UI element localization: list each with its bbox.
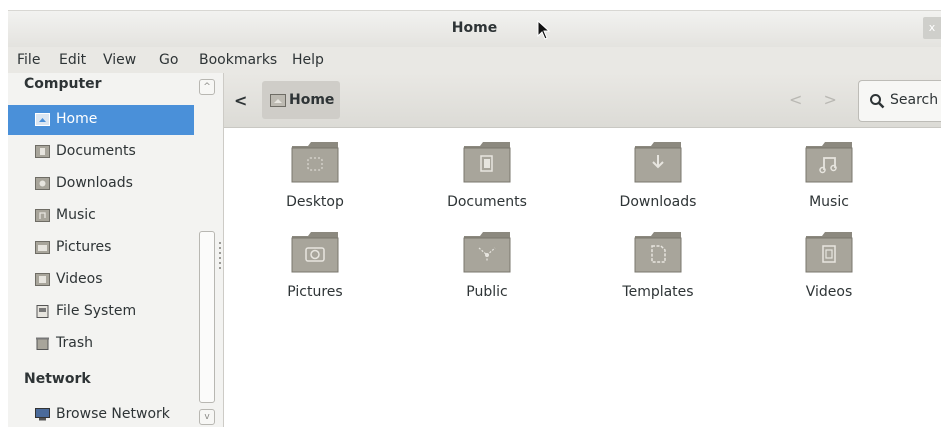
folder-label: Music xyxy=(809,194,849,210)
drive-icon xyxy=(36,305,49,318)
pictures-folder-icon xyxy=(291,232,339,273)
folder-item[interactable]: Public xyxy=(422,218,552,300)
sidebar-item-label: Browse Network xyxy=(56,406,170,422)
folder-label: Downloads xyxy=(619,194,697,210)
search-label: Search xyxy=(890,92,939,108)
folder-item[interactable]: Downloads xyxy=(593,128,723,210)
sidebar-item-trash[interactable]: Trash xyxy=(8,329,194,359)
folder-label: Templates xyxy=(622,284,694,300)
sidebar-scrollbar[interactable]: ^ v xyxy=(199,79,215,425)
folder-item[interactable]: Templates xyxy=(593,218,723,300)
folder-item[interactable]: Videos xyxy=(764,218,894,300)
folder-item[interactable]: Music xyxy=(764,128,894,210)
sidebar-resize-grip[interactable] xyxy=(219,242,221,272)
folder-label: Pictures xyxy=(287,284,343,300)
public-folder-icon xyxy=(463,232,511,273)
sidebar-item-home[interactable]: Home xyxy=(8,105,194,135)
menu-file[interactable]: File xyxy=(17,52,40,68)
scroll-thumb[interactable] xyxy=(199,231,215,403)
folder-label: Public xyxy=(466,284,508,300)
sidebar-item-label: Trash xyxy=(56,335,93,351)
title-bar: Home x xyxy=(8,10,941,47)
path-crumb-home[interactable]: Home xyxy=(262,81,340,119)
desktop-folder-icon xyxy=(291,142,339,183)
videos-folder-icon xyxy=(35,273,50,286)
sidebar-item-label: Pictures xyxy=(56,239,112,255)
downloads-folder-icon xyxy=(634,142,682,183)
sidebar-item-label: Home xyxy=(56,111,98,127)
search-button[interactable]: Search xyxy=(858,80,941,122)
scroll-down-button[interactable]: v xyxy=(199,409,215,425)
menu-view[interactable]: View xyxy=(103,52,136,68)
videos-folder-icon xyxy=(805,232,853,273)
menu-bookmarks[interactable]: Bookmarks xyxy=(199,52,277,68)
folder-item[interactable]: Pictures xyxy=(250,218,380,300)
network-icon xyxy=(35,408,50,421)
mouse-cursor-icon xyxy=(537,20,551,40)
menu-help[interactable]: Help xyxy=(292,52,324,68)
sidebar-item-pictures[interactable]: Pictures xyxy=(8,233,194,263)
documents-folder-icon xyxy=(35,145,50,158)
sidebar-item-browse-network[interactable]: Browse Network xyxy=(8,400,194,430)
home-folder-icon xyxy=(35,113,50,126)
back-button[interactable]: < xyxy=(234,91,247,110)
sidebar-item-videos[interactable]: Videos xyxy=(8,265,194,295)
nav-next-button[interactable]: > xyxy=(824,90,837,109)
toolbar: < Home < > Search xyxy=(224,73,941,128)
documents-folder-icon xyxy=(463,142,511,183)
sidebar-item-music[interactable]: Music xyxy=(8,201,194,231)
sidebar-item-documents[interactable]: Documents xyxy=(8,137,194,167)
music-folder-icon xyxy=(35,209,50,222)
folder-item[interactable]: Desktop xyxy=(250,128,380,210)
trash-icon xyxy=(36,337,49,350)
sidebar-item-label: Music xyxy=(56,207,96,223)
sidebar-header-computer: Computer xyxy=(24,76,102,92)
menu-bar: File Edit View Go Bookmarks Help xyxy=(8,47,941,74)
sidebar-item-label: Documents xyxy=(56,143,136,159)
folder-label: Desktop xyxy=(286,194,344,210)
folder-label: Videos xyxy=(805,284,853,300)
templates-folder-icon xyxy=(634,232,682,273)
menu-go[interactable]: Go xyxy=(159,52,178,68)
window-title: Home xyxy=(451,20,498,36)
search-icon xyxy=(870,94,885,109)
file-view: Desktop Documents Downloads Music Pictur… xyxy=(224,128,941,427)
pictures-folder-icon xyxy=(35,241,50,254)
crumb-label: Home xyxy=(289,92,335,108)
sidebar-header-network: Network xyxy=(24,371,91,387)
sidebar: Computer Home Documents Downloads Music … xyxy=(8,73,224,427)
sidebar-item-label: File System xyxy=(56,303,137,319)
sidebar-item-downloads[interactable]: Downloads xyxy=(8,169,194,199)
sidebar-item-label: Videos xyxy=(56,271,103,287)
menu-edit[interactable]: Edit xyxy=(59,52,86,68)
nav-prev-button[interactable]: < xyxy=(789,90,802,109)
home-folder-icon xyxy=(270,94,286,107)
folder-label: Documents xyxy=(447,194,527,210)
folder-item[interactable]: Documents xyxy=(422,128,552,210)
scroll-up-button[interactable]: ^ xyxy=(199,79,215,95)
downloads-folder-icon xyxy=(35,177,50,190)
sidebar-item-label: Downloads xyxy=(56,175,133,191)
close-button[interactable]: x xyxy=(923,17,941,39)
music-folder-icon xyxy=(805,142,853,183)
history-nav: < > xyxy=(789,90,837,109)
sidebar-item-file-system[interactable]: File System xyxy=(8,297,194,327)
